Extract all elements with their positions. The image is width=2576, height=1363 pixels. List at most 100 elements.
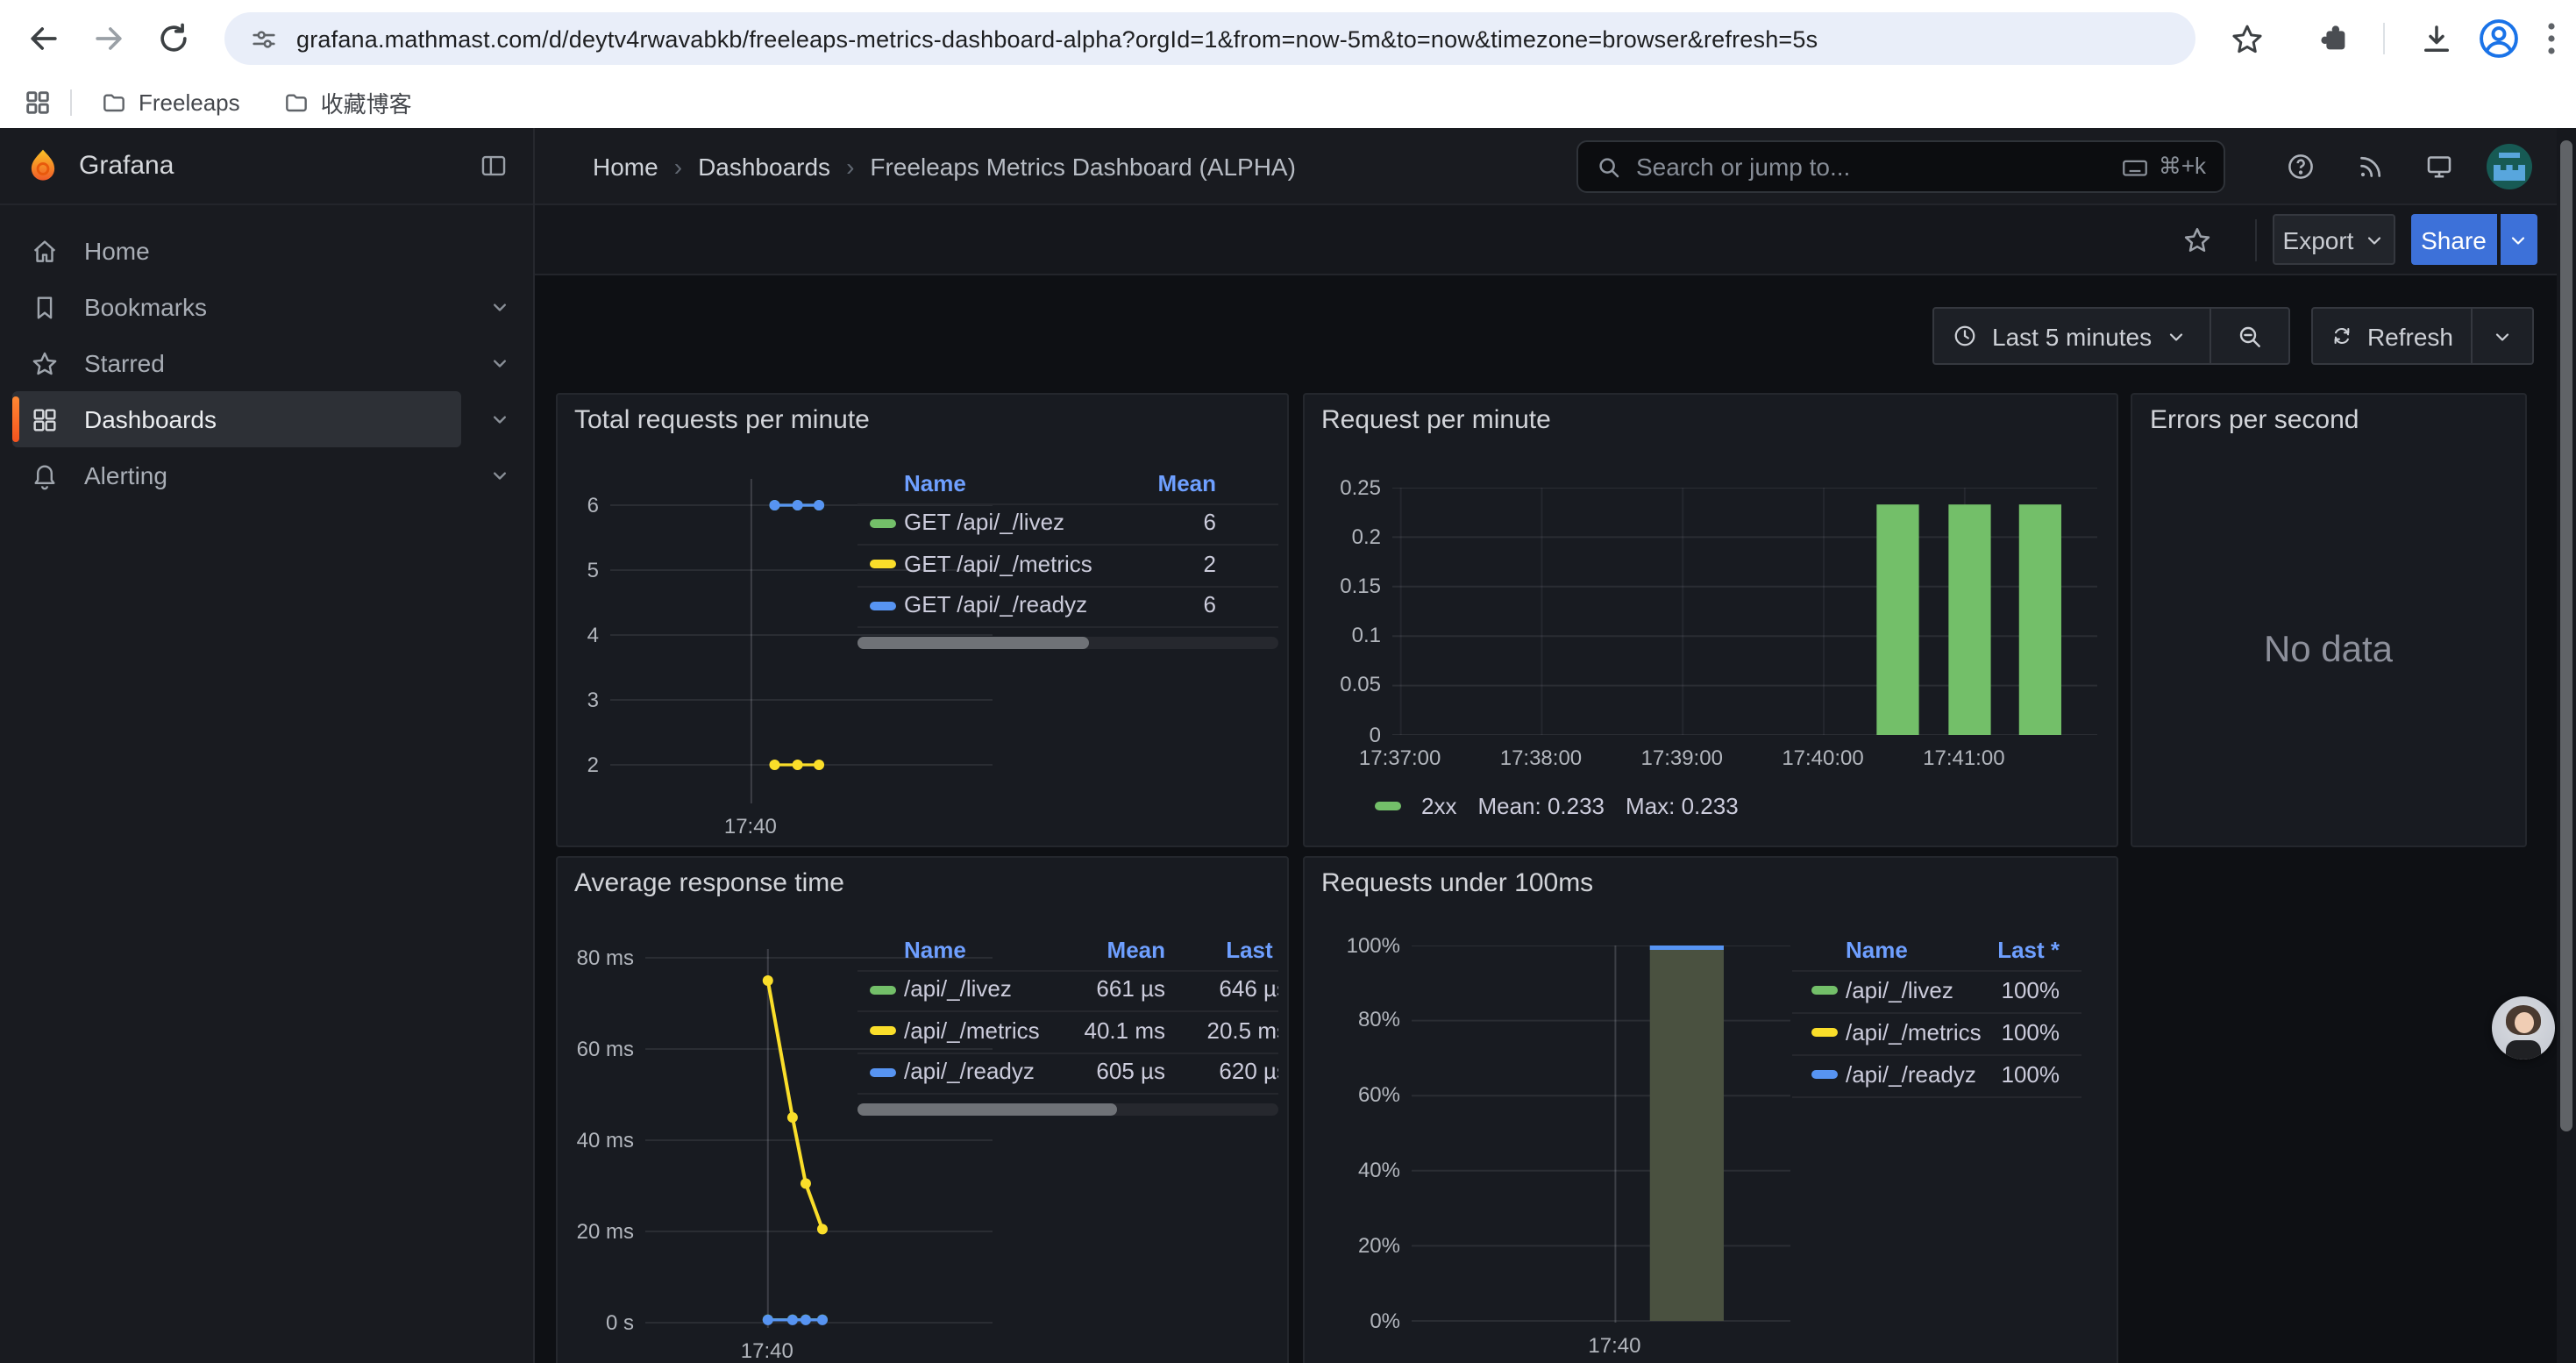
chart-plot[interactable]: [1411, 945, 1790, 1322]
sidebar-item-dashboards[interactable]: Dashboards: [12, 391, 512, 447]
column-header[interactable]: Mean: [857, 469, 1216, 496]
legend-series-name[interactable]: 2xx: [1421, 792, 1456, 818]
browser-toolbar: grafana.mathmast.com/d/deytv4rwavabkb/fr…: [0, 0, 2576, 77]
zoom-out-button[interactable]: [2210, 309, 2288, 363]
axis-y-tick: 0.1: [1304, 623, 1381, 647]
avatar-face: [2514, 1012, 2533, 1033]
bookmark-icon: [30, 292, 60, 322]
sidebar-collapse-button[interactable]: [479, 151, 509, 181]
axis-y-tick: 0 s: [557, 1309, 634, 1334]
chevron-down-icon[interactable]: [487, 407, 512, 432]
chart-plot[interactable]: [1391, 487, 2096, 734]
legend-scrollbar-thumb[interactable]: [857, 637, 1088, 649]
legend-row[interactable]: /api/_/metrics40.1 ms20.5 ms: [857, 1010, 1277, 1052]
scrollbar-thumb[interactable]: [2559, 140, 2572, 1131]
legend-row[interactable]: /api/_/livez100%: [1791, 969, 2081, 1011]
downloads-button[interactable]: [2418, 19, 2457, 58]
refresh-interval-dropdown[interactable]: [2471, 309, 2532, 363]
search-input[interactable]: Search or jump to... ⌘+k: [1576, 140, 2225, 193]
column-header[interactable]: Last *: [857, 936, 1277, 962]
axis-x-tick: 17:40:00: [1753, 745, 1893, 769]
refresh-button[interactable]: Refresh: [2313, 309, 2471, 363]
legend-scrollbar[interactable]: [857, 637, 1277, 649]
legend-table: NameMeanGET /api/_/livez6GET /api/_/metr…: [857, 464, 1277, 654]
legend-row[interactable]: /api/_/metrics100%: [1791, 1011, 2081, 1053]
user-avatar[interactable]: [2487, 144, 2532, 189]
panel-request-per-minute[interactable]: Request per minute 2xx Mean: 0.233 Max: …: [1302, 392, 2117, 846]
breadcrumb-home[interactable]: Home: [593, 152, 658, 180]
chevron-down-icon[interactable]: [487, 351, 512, 375]
axis-x-tick: 17:38:00: [1470, 745, 1611, 769]
assistant-avatar[interactable]: [2492, 996, 2555, 1060]
arrow-right-icon: [89, 19, 128, 58]
legend-row[interactable]: GET /api/_/metrics2: [857, 544, 1277, 585]
legend-row[interactable]: /api/_/livez661 µs646 µs: [857, 969, 1277, 1010]
sidebar-menu: Home Bookmarks Starred Dashb: [0, 205, 533, 503]
breadcrumb-dashboards[interactable]: Dashboards: [698, 152, 830, 180]
legend-row[interactable]: GET /api/_/readyz6: [857, 585, 1277, 626]
browser-forward-button[interactable]: [89, 19, 128, 58]
site-settings-icon[interactable]: [249, 24, 279, 54]
time-range-picker[interactable]: Last 5 minutes: [1934, 309, 2210, 363]
export-button[interactable]: Export: [2273, 214, 2395, 265]
column-header[interactable]: Last *: [1791, 936, 2060, 962]
kiosk-icon[interactable]: [2423, 151, 2455, 182]
url-bar[interactable]: grafana.mathmast.com/d/deytv4rwavabkb/fr…: [224, 12, 2195, 65]
sidebar-item-alerting[interactable]: Alerting: [12, 447, 512, 503]
panel-title[interactable]: Average response time: [557, 857, 1287, 897]
panel-title[interactable]: Request per minute: [1304, 394, 2116, 434]
panel-average-response-time[interactable]: Average response time 80 ms60 ms40 ms20 …: [555, 855, 1289, 1363]
bookmarks-divider: [70, 89, 72, 116]
axis-y-tick: 6: [555, 492, 599, 517]
dashboard-canvas: Last 5 minutes Refresh: [535, 275, 2576, 1363]
axis-y-tick: 20 ms: [557, 1218, 634, 1243]
legend-row[interactable]: /api/_/readyz100%: [1791, 1053, 2081, 1095]
brand-row: Grafana: [0, 128, 533, 205]
bell-icon: [30, 460, 60, 490]
profile-button[interactable]: [2476, 16, 2522, 61]
star-icon: [2229, 20, 2266, 57]
share-dropdown-button[interactable]: [2500, 214, 2537, 265]
grafana-logo-icon: [25, 147, 61, 184]
brand-title: Grafana: [79, 151, 174, 181]
legend-scrollbar[interactable]: [857, 1103, 1277, 1116]
legend-pill: [1374, 801, 1400, 810]
sidebar-item-bookmarks[interactable]: Bookmarks: [12, 279, 512, 335]
legend-row[interactable]: GET /api/_/livez6: [857, 503, 1277, 544]
axis-y-tick: 2: [555, 752, 599, 776]
panel-total-requests-per-minute[interactable]: Total requests per minute 6543217:40Name…: [555, 392, 1289, 846]
panel-title[interactable]: Requests under 100ms: [1304, 857, 2116, 897]
chevron-down-icon[interactable]: [487, 295, 512, 319]
axis-y-tick: 60 ms: [557, 1036, 634, 1060]
favorite-star-button[interactable]: [2181, 225, 2213, 256]
apps-grid-icon[interactable]: [23, 88, 53, 118]
news-icon[interactable]: [2355, 151, 2387, 182]
bookmark-star-button[interactable]: [2229, 19, 2267, 58]
browser-reload-button[interactable]: [154, 19, 193, 58]
extensions-button[interactable]: [2316, 19, 2355, 58]
share-button[interactable]: Share: [2411, 214, 2496, 265]
axis-y-tick: 20%: [1323, 1232, 1400, 1257]
panel-title[interactable]: Errors per second: [2132, 394, 2524, 434]
browser-back-button[interactable]: [25, 19, 63, 58]
sidebar-item-home[interactable]: Home: [12, 223, 512, 279]
legend[interactable]: 2xx Mean: 0.233 Max: 0.233: [1374, 792, 1739, 818]
grafana-header: Home › Dashboards › Freeleaps Metrics Da…: [535, 128, 2576, 205]
axis-y-tick: 0%: [1323, 1308, 1400, 1332]
bookmark-folder-blog[interactable]: 收藏博客: [272, 81, 423, 125]
panel-title[interactable]: Total requests per minute: [557, 394, 1287, 434]
chevron-down-icon[interactable]: [487, 463, 512, 488]
browser-menu-button[interactable]: [2546, 19, 2564, 58]
help-icon[interactable]: [2285, 151, 2316, 182]
legend-row[interactable]: /api/_/readyz605 µs620 µs: [857, 1052, 1277, 1093]
grafana-sidebar: Grafana Home Bookmarks: [0, 128, 535, 1363]
panel-errors-per-second[interactable]: Errors per second No data: [2131, 392, 2526, 846]
legend-scrollbar-thumb[interactable]: [857, 1103, 1118, 1116]
legend-table: NameLast */api/_/livez100%/api/_/metrics…: [1791, 931, 2081, 1103]
page-scrollbar[interactable]: [2556, 128, 2576, 1363]
panel-requests-under-100ms[interactable]: Requests under 100ms 0%20%40%60%80%100%1…: [1302, 855, 2117, 1363]
star-icon: [30, 348, 60, 378]
sidebar-item-starred[interactable]: Starred: [12, 335, 512, 391]
reload-icon: [154, 19, 193, 58]
bookmark-folder-freeleaps[interactable]: Freeleaps: [89, 83, 251, 122]
